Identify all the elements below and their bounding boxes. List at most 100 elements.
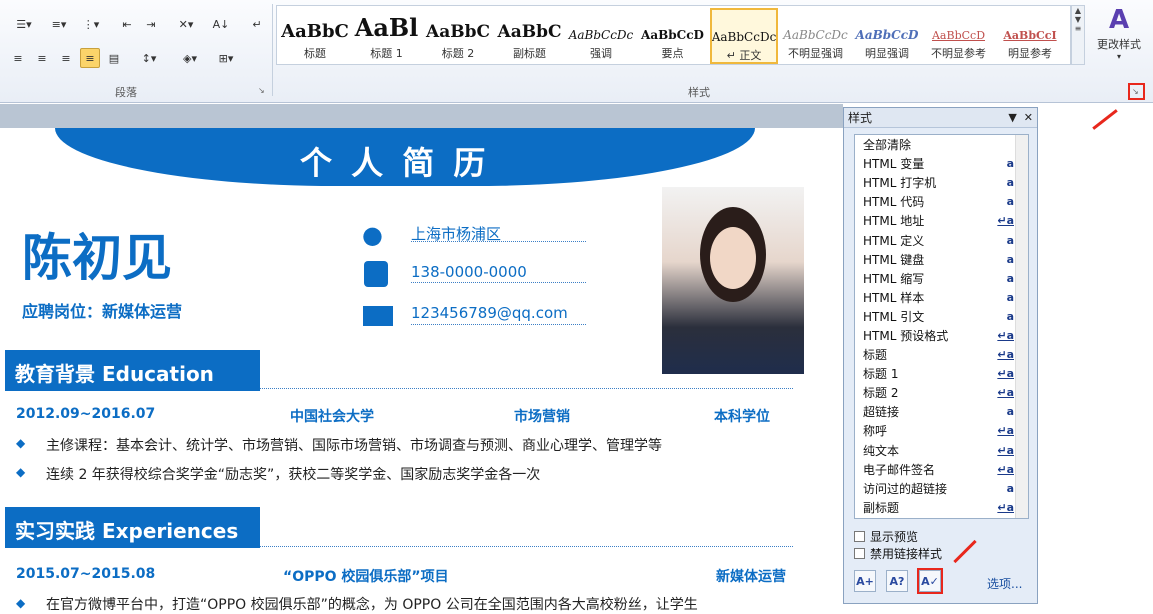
styles-pane: 样式 ▼ ✕ 全部清除 HTML 变量 a HTML 打字机 a HTML 代码 a HTML… [843,107,1038,604]
style-type-icon: ↵a [997,328,1014,342]
style-type-icon: ↵a [997,500,1014,514]
style-list-item[interactable]: HTML 代码 a [855,192,1028,211]
email-text: 123456789@qq.com [411,304,568,322]
style-list-item[interactable]: 超链接 a [855,402,1028,421]
align-right-button[interactable]: ≡ [56,48,76,68]
education-heading: 教育背景 Education [5,350,260,391]
close-icon[interactable]: ✕ [1024,111,1033,124]
bullet-icon: ◆ [16,436,26,450]
align-center-button[interactable]: ≡ [32,48,52,68]
gallery-style-item[interactable]: AaBbCcDc 不明显强调 [782,8,850,64]
exp-period: 2015.07~2015.08 [16,566,156,582]
borders-button[interactable]: ⊞▾ [210,48,242,68]
style-type-icon: ↵a [997,462,1014,476]
style-type-icon: a [1006,233,1014,247]
styles-gallery: AaBbC 标题 AaBl 标题 1 AaBbC 标题 2 AaBbC 副标题 AaBbCcDc… [276,5,1071,65]
style-list-item[interactable]: HTML 键盘 a [855,250,1028,269]
justify-button[interactable]: ≡ [80,48,100,68]
disable-linked-checkbox[interactable]: 禁用链接样式 [854,545,942,562]
launcher-highlight [1128,83,1145,100]
style-list-item[interactable]: 访问过的超链接 a [855,479,1028,498]
gallery-style-item[interactable]: AaBbCcDc 强调 [567,8,635,64]
sort-button[interactable]: A↓ [210,14,232,34]
exp-line [260,546,793,547]
style-list-item[interactable]: HTML 定义 a [855,230,1028,249]
style-type-icon: a [1006,290,1014,304]
style-type-icon: a [1006,176,1014,190]
style-list-item[interactable]: 标题 ↵a [855,345,1028,364]
phone-icon [364,261,388,287]
style-type-icon: ↵a [997,214,1014,228]
gallery-style-item[interactable]: AaBbCcD 要点 [639,8,707,64]
pane-menu-icon[interactable]: ▼ [1008,111,1016,124]
ribbon: ☰▾ ≡▾ ⋮▾ ⇤ ⇥ ✕▾ A↓ ↵ ≡ ≡ ≡ ≡ ▤ ↕▾ ◈▾ ⊞▾ … [0,0,1153,103]
styles-pane-title: 样式 [848,111,873,125]
gallery-style-item[interactable]: AaBbCcD 不明显参考 [925,8,993,64]
gallery-style-item[interactable]: AaBbCcDc ↵ 正文 [710,8,778,64]
show-preview-checkbox[interactable]: 显示预览 [854,528,918,545]
candidate-name: 陈初见 [22,229,172,287]
distributed-button[interactable]: ▤ [104,48,124,68]
edu-bullet-2: 连续 2 年获得校综合奖学金“励志奖”，获校二等奖学金、国家励志奖学金各一次 [46,467,541,483]
paragraph-group-label: 段落 [115,86,137,99]
style-type-icon: ↵a [997,367,1014,381]
align-left-button[interactable]: ≡ [8,48,28,68]
doc-background [0,104,843,128]
styles-group-label: 样式 [688,86,710,99]
new-style-button[interactable]: A+ [854,570,876,592]
style-list-item[interactable]: HTML 预设格式 ↵a [855,326,1028,345]
gallery-style-item[interactable]: AaBbCcD 明显强调 [853,8,921,64]
numbering-button[interactable]: ≡▾ [44,14,74,34]
gallery-scroll[interactable]: ▲ ▼ ≡ [1071,5,1085,65]
style-type-icon: a [1006,195,1014,209]
resume-title: 个 人 简 历 [300,144,490,182]
bullet-icon: ◆ [16,465,26,479]
gallery-style-item[interactable]: AaBbC 标题 2 [424,8,492,64]
manage-styles-highlight [917,568,943,594]
gallery-style-item[interactable]: AaBbC 标题 [281,8,349,64]
paragraph-launcher-icon[interactable]: ↘ [258,86,265,95]
multilevel-list-button[interactable]: ⋮▾ [76,14,106,34]
edu-major: 市场营销 [514,409,570,425]
style-list-item[interactable]: HTML 缩写 a [855,269,1028,288]
gallery-style-item[interactable]: AaBbCcI 明显参考 [996,8,1064,64]
style-list-item[interactable]: HTML 变量 a [855,154,1028,173]
asian-layout-button[interactable]: ✕▾ [170,14,202,34]
edu-period: 2012.09~2016.07 [16,406,156,422]
document-page: 个 人 简 历 陈初见 应聘岗位：新媒体运营 ● 上海市杨浦区 138-0000… [0,128,825,613]
job-position: 应聘岗位：新媒体运营 [22,302,183,321]
bullets-button[interactable]: ☰▾ [6,14,42,34]
style-list-item[interactable]: HTML 打字机 a [855,173,1028,192]
style-list-item[interactable]: 纯文本 ↵a [855,441,1028,460]
style-list-item[interactable]: HTML 样本 a [855,288,1028,307]
style-list-item[interactable]: 全部清除 [855,135,1028,154]
options-link[interactable]: 选项... [987,575,1022,592]
phone-line [411,282,586,283]
line-spacing-button[interactable]: ↕▾ [134,48,164,68]
gallery-style-item[interactable]: AaBl 标题 1 [353,8,421,64]
exp-bullet-1: 在官方微博平台中，打造“OPPO 校园俱乐部”的概念，为 OPPO 公司在全国范… [46,597,698,613]
style-list-item[interactable]: 电子邮件签名 ↵a [855,460,1028,479]
shading-button[interactable]: ◈▾ [174,48,206,68]
decrease-indent-button[interactable]: ⇤ [116,14,138,34]
style-type-icon: ↵a [997,348,1014,362]
change-styles-button[interactable]: A 更改样式 ▾ [1090,4,1148,74]
edu-school: 中国社会大学 [290,409,374,425]
style-inspector-button[interactable]: A? [886,570,908,592]
style-type-icon: a [1006,405,1014,419]
exp-org: “OPPO 校园俱乐部”项目 [283,569,449,585]
style-list-item[interactable]: 标题 1 ↵a [855,364,1028,383]
style-list-item[interactable]: 标题 2 ↵a [855,383,1028,402]
edu-bullet-1: 主修课程：基本会计、统计学、市场营销、国际市场营销、市场调查与预测、商业心理学、… [46,438,662,454]
gallery-style-item[interactable]: AaBbC 副标题 [496,8,564,64]
style-list-item[interactable]: 称呼 ↵a [855,421,1028,440]
increase-indent-button[interactable]: ⇥ [140,14,162,34]
style-list: 全部清除 HTML 变量 a HTML 打字机 a HTML 代码 a HTML 地址 ↵a HT… [854,134,1029,519]
style-type-icon: ↵a [997,424,1014,438]
exp-role: 新媒体运营 [716,569,786,585]
show-marks-button[interactable]: ↵ [246,14,268,34]
style-list-item[interactable]: HTML 引文 a [855,307,1028,326]
email-line [411,324,586,325]
style-list-item[interactable]: HTML 地址 ↵a [855,211,1028,230]
style-list-item[interactable]: 副标题 ↵a [855,498,1028,517]
